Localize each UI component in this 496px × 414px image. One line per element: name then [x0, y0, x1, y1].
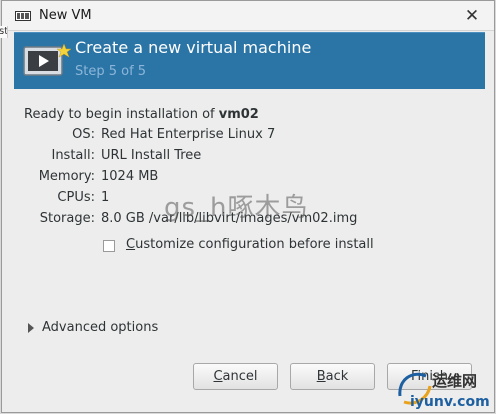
summary-row: CPUs: 1: [2, 190, 109, 208]
header-banner: Create a new virtual machine Step 5 of 5: [14, 32, 485, 89]
summary-row-label: Install:: [51, 148, 95, 163]
ready-text: Ready to begin installation of vm02: [24, 107, 259, 122]
cancel-button[interactable]: Cancel: [193, 363, 278, 390]
site-logo-name: 运维网: [432, 372, 478, 390]
customize-checkbox[interactable]: [103, 240, 115, 252]
close-icon[interactable]: ✕: [462, 6, 482, 26]
summary-row-label: Storage:: [39, 211, 95, 226]
summary-row-label: Memory:: [38, 169, 95, 184]
title-bar[interactable]: New VM ✕: [2, 1, 494, 31]
watermark-text: gs_h啄木鸟: [164, 193, 309, 223]
customize-label[interactable]: Customize configuration before install: [126, 237, 374, 252]
summary-row-label: CPUs:: [57, 190, 95, 205]
step-indicator: Step 5 of 5: [75, 64, 147, 79]
summary-row: OS: Red Hat Enterprise Linux 7: [2, 127, 275, 145]
site-logo-url: iyunv.com: [410, 394, 490, 410]
advanced-options-label[interactable]: Advanced options: [42, 320, 158, 335]
summary-row-value: 1: [101, 190, 110, 205]
site-logo: 运维网 iyunv.com: [392, 364, 496, 414]
window-title: New VM: [39, 8, 92, 23]
new-vm-monitor-icon: [23, 43, 72, 76]
back-button[interactable]: Back: [290, 363, 375, 390]
summary-row: Storage: 8.0 GB /var/lib/libvirt/images/v…: [2, 211, 358, 229]
summary-row: Install: URL Install Tree: [2, 148, 201, 166]
virt-manager-icon: [15, 11, 31, 21]
expander-arrow-icon[interactable]: [28, 323, 34, 333]
new-vm-window: New VM ✕ Create a new virtual machine St…: [1, 0, 495, 413]
summary-row-value: 1024 MB: [101, 169, 159, 184]
summary-row-value: URL Install Tree: [101, 148, 202, 163]
summary-row-label: OS:: [72, 127, 95, 142]
summary-row-value: Red Hat Enterprise Linux 7: [101, 127, 276, 142]
banner-title: Create a new virtual machine: [75, 38, 312, 57]
vm-name: vm02: [218, 107, 259, 122]
summary-row: Memory: 1024 MB: [2, 169, 159, 187]
background-window-edge: st: [0, 26, 8, 38]
ready-prefix: Ready to begin installation of: [24, 107, 219, 122]
